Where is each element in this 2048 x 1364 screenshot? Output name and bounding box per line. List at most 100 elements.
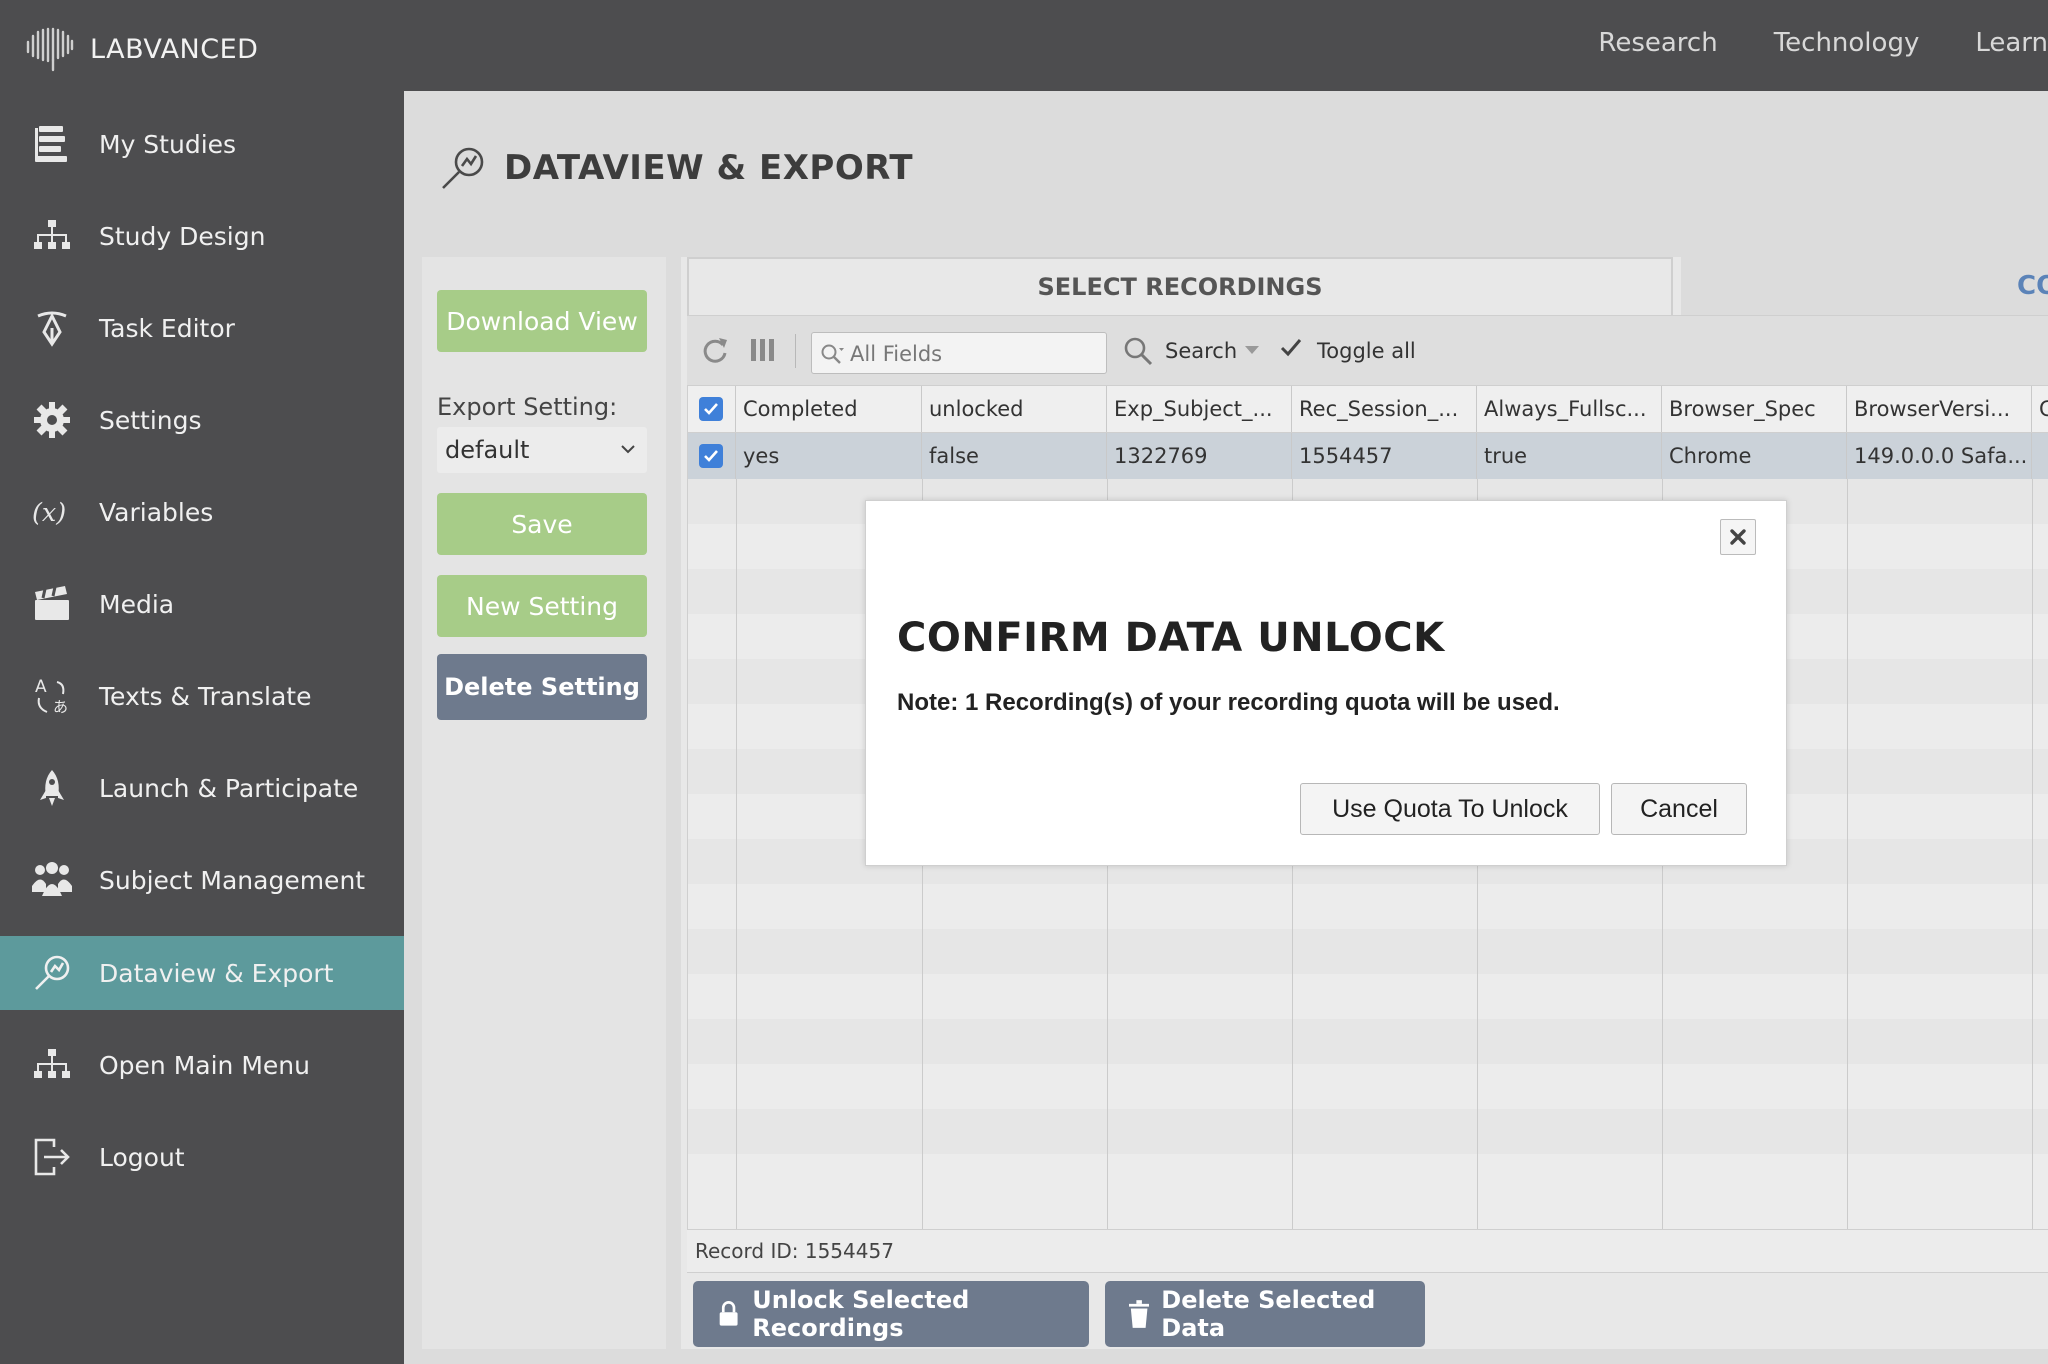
nav-learn[interactable]: Learn xyxy=(1975,28,2048,58)
download-view-button[interactable]: Download View xyxy=(437,290,647,352)
toggle-all-button[interactable]: Toggle all xyxy=(1317,339,1416,363)
column-header[interactable]: BrowserVersi... xyxy=(1847,386,2032,432)
use-quota-to-unlock-button[interactable]: Use Quota To Unlock xyxy=(1300,783,1600,835)
pen-icon xyxy=(32,308,72,348)
translate-icon: Aあ xyxy=(32,676,72,716)
hierarchy-icon xyxy=(32,1045,72,1085)
empty-row xyxy=(688,1019,2048,1064)
column-divider xyxy=(1847,479,1848,1229)
checkbox-checked-icon[interactable] xyxy=(699,444,723,468)
refresh-icon[interactable] xyxy=(701,336,729,366)
sidebar-item-dataview-export[interactable]: Dataview & Export xyxy=(0,936,404,1010)
column-header[interactable]: Browser_Spec xyxy=(1662,386,1847,432)
save-button[interactable]: Save xyxy=(437,493,647,555)
sidebar-item-label: Logout xyxy=(99,1142,185,1172)
table-cell: Chrome xyxy=(1662,433,1847,479)
checkbox-checked-icon[interactable] xyxy=(699,397,723,421)
unlock-button-label: Unlock Selected Recordings xyxy=(752,1286,970,1342)
search-input[interactable]: All Fields xyxy=(811,332,1107,374)
brand-name: LABVANCED xyxy=(90,33,259,65)
unlock-selected-recordings-button[interactable]: Unlock Selected Recordings xyxy=(693,1281,1089,1347)
sidebar: My Studies Study Design Task Editor Sett… xyxy=(0,91,404,1364)
caret-down-icon[interactable] xyxy=(1245,346,1259,356)
variable-icon: (x) xyxy=(32,492,72,532)
column-header[interactable]: Completed xyxy=(736,386,922,432)
table-header: Completed unlocked Exp_Subject_... Rec_S… xyxy=(688,385,2048,433)
table-row[interactable]: yes false 1322769 1554457 true Chrome 14… xyxy=(688,433,2048,479)
tab-select-recordings[interactable]: SELECT RECORDINGS xyxy=(687,257,1673,315)
export-setting-label: Export Setting: xyxy=(437,393,618,421)
record-id-status: Record ID: 1554457 xyxy=(687,1229,2048,1273)
sidebar-item-variables[interactable]: (x) Variables xyxy=(0,475,404,549)
table-cell: 149.0.0.0 Safa... xyxy=(1847,433,2032,479)
close-button[interactable] xyxy=(1720,519,1756,555)
page-header: DATAVIEW & EXPORT xyxy=(440,145,913,191)
delete-selected-data-button[interactable]: Delete Selected Data xyxy=(1105,1281,1425,1347)
sidebar-item-texts-translate[interactable]: Aあ Texts & Translate xyxy=(0,659,404,733)
sidebar-item-label: Settings xyxy=(99,405,202,435)
sidebar-item-label: My Studies xyxy=(99,129,237,159)
sidebar-item-label: Subject Management xyxy=(99,865,366,895)
delete-setting-button[interactable]: Delete Setting xyxy=(437,654,647,720)
sidebar-item-label: Study Design xyxy=(99,221,266,251)
grid-toolbar: All Fields Search Toggle all xyxy=(687,315,2048,385)
brain-logo-icon xyxy=(26,27,74,72)
table-cell: 1322769 xyxy=(1107,433,1292,479)
columns-icon[interactable] xyxy=(749,336,777,364)
chevron-down-icon xyxy=(621,445,635,454)
clapperboard-icon xyxy=(32,584,72,624)
sidebar-item-my-studies[interactable]: My Studies xyxy=(0,107,404,181)
nav-technology[interactable]: Technology xyxy=(1774,28,1920,58)
column-header[interactable]: unlocked xyxy=(922,386,1107,432)
dialog-note: Note: 1 Recording(s) of your recording q… xyxy=(897,689,1560,716)
search-icon[interactable] xyxy=(1123,336,1153,366)
sidebar-item-subject-management[interactable]: Subject Management xyxy=(0,843,404,917)
sidebar-item-settings[interactable]: Settings xyxy=(0,383,404,457)
trash-icon xyxy=(1129,1300,1150,1328)
gear-icon xyxy=(32,400,72,440)
page-title: DATAVIEW & EXPORT xyxy=(504,148,914,188)
sidebar-item-launch-participate[interactable]: Launch & Participate xyxy=(0,751,404,825)
cancel-button[interactable]: Cancel xyxy=(1611,783,1747,835)
logo[interactable]: LABVANCED xyxy=(24,26,258,72)
column-header[interactable]: Rec_Session_... xyxy=(1292,386,1477,432)
new-setting-button[interactable]: New Setting xyxy=(437,575,647,637)
sidebar-item-open-main-menu[interactable]: Open Main Menu xyxy=(0,1028,404,1102)
sidebar-item-label: Launch & Participate xyxy=(99,773,359,803)
search-button[interactable]: Search xyxy=(1165,339,1237,363)
studies-icon xyxy=(32,124,72,164)
logout-icon xyxy=(32,1137,72,1177)
header-select-all[interactable] xyxy=(688,386,736,432)
top-nav: Research Technology Learn xyxy=(1598,28,2048,58)
magnifier-chart-icon xyxy=(442,147,484,189)
tab-co[interactable]: CO xyxy=(1681,257,2048,315)
table-cell: 1554457 xyxy=(1292,433,1477,479)
sidebar-item-task-editor[interactable]: Task Editor xyxy=(0,291,404,365)
svg-text:あ: あ xyxy=(53,698,68,716)
sidebar-item-media[interactable]: Media xyxy=(0,567,404,641)
checkmark-icon xyxy=(1280,339,1302,357)
sidebar-item-label: Media xyxy=(99,589,175,619)
table-cell: true xyxy=(1477,433,1662,479)
empty-row xyxy=(688,929,2048,974)
column-header[interactable]: C xyxy=(2032,386,2048,432)
sidebar-item-label: Task Editor xyxy=(99,313,235,343)
column-header[interactable]: Exp_Subject_... xyxy=(1107,386,1292,432)
dialog-title: CONFIRM DATA UNLOCK xyxy=(897,615,1445,661)
sidebar-item-study-design[interactable]: Study Design xyxy=(0,199,404,273)
column-header[interactable]: Always_Fullsc... xyxy=(1477,386,1662,432)
people-icon xyxy=(32,860,72,900)
row-select[interactable] xyxy=(688,433,736,479)
table-cell xyxy=(2032,433,2048,479)
sidebar-item-logout[interactable]: Logout xyxy=(0,1120,404,1194)
svg-text:A: A xyxy=(35,677,47,697)
hierarchy-icon xyxy=(32,216,72,256)
toolbar-divider xyxy=(795,334,796,368)
sidebar-item-label: Dataview & Export xyxy=(99,958,334,988)
export-setting-value: default xyxy=(445,436,530,464)
sidebar-item-label: Texts & Translate xyxy=(99,681,312,711)
export-setting-select[interactable]: default xyxy=(437,427,647,473)
svg-text:(x): (x) xyxy=(32,498,66,528)
lock-icon xyxy=(719,1301,738,1326)
nav-research[interactable]: Research xyxy=(1598,28,1717,58)
